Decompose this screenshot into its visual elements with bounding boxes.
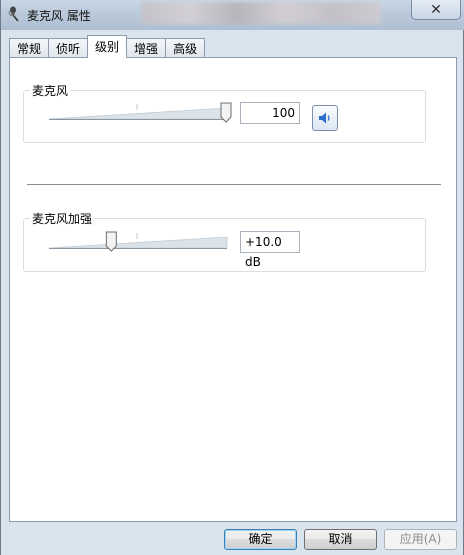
microphone-level-input[interactable]: 100 [240,102,300,124]
tab-label: 高级 [173,42,198,56]
microphone-label: 麦克风 [30,82,71,99]
microphone-boost-slider[interactable] [48,231,231,253]
separator-line [27,184,441,185]
microphone-slider-thumb[interactable] [220,102,232,123]
close-icon: ✕ [430,1,442,18]
background-blur [141,2,381,24]
cancel-button[interactable]: 取消 [304,529,377,550]
tab-levels[interactable]: 级别 [87,35,128,58]
microphone-boost-slider-thumb[interactable] [105,231,117,252]
title-bar: 麦克风 属性 ✕ [1,0,464,30]
microphone-boost-value: +10.0 dB [245,235,282,269]
tab-advanced[interactable]: 高级 [165,38,206,58]
microphone-group: 麦克风 100 [23,82,426,143]
microphone-slider-track [48,102,232,123]
tab-listen[interactable]: 侦听 [48,38,88,58]
apply-button[interactable]: 应用(A) [384,529,457,550]
tab-label: 侦听 [56,42,81,56]
microphone-boost-input[interactable]: +10.0 dB [240,231,300,269]
tab-enhancements[interactable]: 增强 [127,38,166,58]
tab-general[interactable]: 常规 [9,38,49,58]
microphone-boost-slider-track [48,231,228,252]
speaker-icon [319,112,330,124]
close-button[interactable]: ✕ [411,0,461,20]
levels-panel: 麦克风 100 麦克风加强 +10.0 dB [9,57,457,522]
properties-window: 麦克风 属性 ✕ 常规 侦听 级别 增强 高级 麦克风 100 麦克风加强 +1… [0,0,464,555]
microphone-boost-label: 麦克风加强 [30,210,95,227]
microphone-icon [8,6,19,22]
tab-label: 增强 [134,42,159,56]
window-title: 麦克风 属性 [27,9,91,23]
microphone-boost-group: 麦克风加强 +10.0 dB [23,210,426,272]
tab-label: 常规 [17,42,42,56]
tab-strip: 常规 侦听 级别 增强 高级 [9,35,206,58]
ok-button[interactable]: 确定 [224,529,297,550]
tab-label: 级别 [95,40,120,54]
microphone-slider[interactable] [48,102,232,124]
microphone-level-value: 100 [272,106,295,120]
mute-button[interactable] [312,105,338,131]
